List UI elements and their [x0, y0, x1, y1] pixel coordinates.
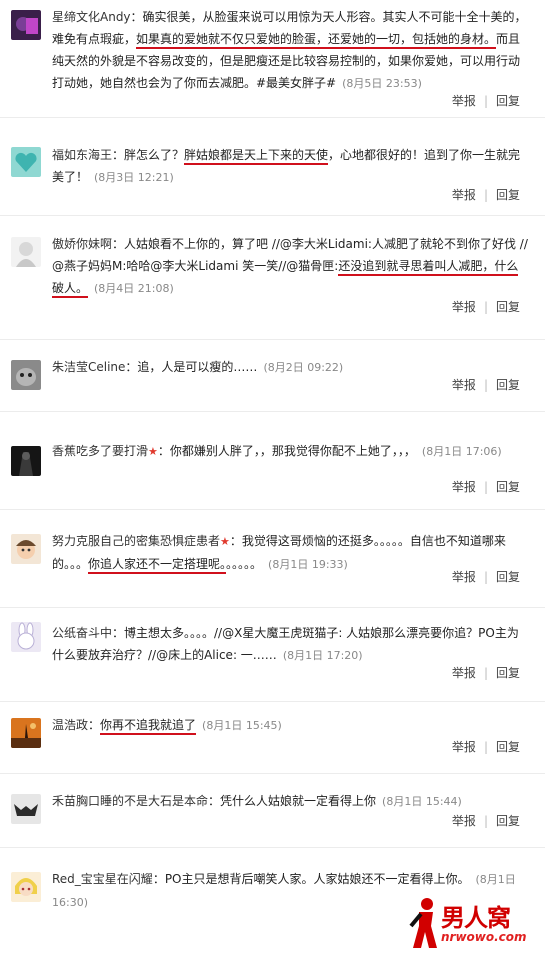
avatar[interactable]: [11, 872, 41, 902]
action-separator: |: [483, 666, 488, 680]
comment-body: 温浩政：你再不追我就追了 (8月1日 15:45): [52, 714, 530, 737]
avatar[interactable]: [11, 237, 41, 267]
avatar[interactable]: [11, 446, 41, 476]
action-separator: |: [483, 378, 488, 392]
avatar[interactable]: [11, 534, 41, 564]
timestamp: (8月5日 23:53): [342, 77, 422, 90]
reply-button[interactable]: 回复: [496, 666, 520, 680]
username-link[interactable]: 努力克服自己的密集恐惧症患者: [52, 534, 220, 548]
action-separator: |: [483, 740, 488, 754]
comment-actions: 举报 | 回复: [452, 812, 520, 829]
username-link[interactable]: 朱洁莹Celine: [52, 360, 125, 374]
site-logo: 男人窝 nrwowo.com: [407, 896, 539, 954]
comment-actions: 举报 | 回复: [452, 92, 520, 109]
star-badge-icon: ★: [148, 445, 158, 458]
comment-body: 香蕉吃多了要打滑★：你都嫌别人胖了，，那我觉得你配不上她了，，， (8月1日 17…: [52, 440, 530, 463]
report-button[interactable]: 举报: [452, 814, 476, 828]
timestamp: (8月1日 17:20): [282, 649, 363, 662]
logo-chinese-text: 男人窝: [441, 904, 511, 932]
username-link[interactable]: 星缔文化Andy: [52, 10, 131, 24]
comment-item: 星缔文化Andy：确实很美，从脸蛋来说可以用惊为天人形容。其实人不可能十全十美的…: [0, 0, 545, 118]
reply-button[interactable]: 回复: [496, 814, 520, 828]
comment-body: 禾苗胸口睡的不是大石是本命：凭什么人姑娘就一定看得上你 (8月1日 15:44): [52, 790, 530, 813]
reply-button[interactable]: 回复: [496, 740, 520, 754]
comment-text: ：你都嫌别人胖了，，那我觉得你配不上她了，，，: [157, 444, 416, 458]
avatar[interactable]: [11, 10, 41, 40]
timestamp: (8月1日 19:33): [268, 558, 348, 571]
comment-actions: 举报 | 回复: [452, 738, 520, 755]
comment-item: 香蕉吃多了要打滑★：你都嫌别人胖了，，那我觉得你配不上她了，，， (8月1日 17…: [0, 412, 545, 510]
report-button[interactable]: 举报: [452, 378, 476, 392]
timestamp: (8月1日 15:45): [202, 719, 282, 732]
report-button[interactable]: 举报: [452, 300, 476, 314]
timestamp: (8月4日 21:08): [94, 282, 174, 295]
highlighted-text: 你再不追我就追了: [100, 718, 197, 735]
comment-text: ：PO主只是想背后嘲笑人家。人家姑娘还不一定看得上你。: [152, 872, 470, 886]
avatar[interactable]: [11, 360, 41, 390]
comment-actions: 举报 | 回复: [452, 298, 520, 315]
comment-text: ：凭什么人姑娘就一定看得上你: [208, 794, 377, 808]
highlighted-text: 胖姑娘都是天上下来的天使: [184, 148, 329, 165]
report-button[interactable]: 举报: [452, 666, 476, 680]
reply-button[interactable]: 回复: [496, 378, 520, 392]
comment-item: 公纸奋斗中：博主想太多。。。。//@X星大魔王虎斑猫子: 人姑娘那么漂亮要你追？…: [0, 608, 545, 702]
comment-text: ：追，人是可以瘦的……: [125, 360, 258, 374]
reply-button[interactable]: 回复: [496, 188, 520, 202]
reply-button[interactable]: 回复: [496, 300, 520, 314]
report-button[interactable]: 举报: [452, 94, 476, 108]
username-link[interactable]: 福如东海王: [52, 148, 112, 162]
comment-actions: 举报 | 回复: [452, 186, 520, 203]
username-link[interactable]: 温浩政: [52, 718, 88, 732]
timestamp: (8月3日 12:21): [94, 171, 174, 184]
avatar[interactable]: [11, 147, 41, 177]
comment-actions: 举报 | 回复: [452, 568, 520, 585]
username-link[interactable]: Red_宝宝星在闪耀: [52, 872, 153, 886]
avatar[interactable]: [11, 718, 41, 748]
reply-button[interactable]: 回复: [496, 570, 520, 584]
comment-text: ：胖怎么了？: [112, 148, 185, 162]
highlighted-text: 你追人家还不一定搭理呢。: [88, 557, 227, 574]
report-button[interactable]: 举报: [452, 570, 476, 584]
report-button[interactable]: 举报: [452, 480, 476, 494]
comment-body: 公纸奋斗中：博主想太多。。。。//@X星大魔王虎斑猫子: 人姑娘那么漂亮要你追？…: [52, 622, 530, 667]
username-link[interactable]: 香蕉吃多了要打滑: [52, 444, 148, 458]
star-badge-icon: ★: [220, 535, 230, 548]
comment-text: ：: [88, 718, 101, 732]
comment-actions: 举报 | 回复: [452, 376, 520, 393]
reply-button[interactable]: 回复: [496, 480, 520, 494]
report-button[interactable]: 举报: [452, 188, 476, 202]
timestamp: (8月2日 09:22): [263, 361, 344, 374]
reply-button[interactable]: 回复: [496, 94, 520, 108]
highlighted-text: 如果真的爱她就不仅只爱她的脸蛋，还爱她的一切，包括她的身材。: [136, 32, 497, 49]
username-link[interactable]: 傲娇你妹啊: [52, 237, 112, 251]
action-separator: |: [483, 480, 488, 494]
avatar[interactable]: [11, 622, 41, 652]
action-separator: |: [483, 814, 488, 828]
avatar[interactable]: [11, 794, 41, 824]
report-button[interactable]: 举报: [452, 740, 476, 754]
comment-text: 。。。。。: [226, 557, 263, 571]
comment-item: 努力克服自己的密集恐惧症患者★：我觉得这哥烦恼的还挺多。。。。。自信也不知道哪来…: [0, 510, 545, 608]
comment-item: 温浩政：你再不追我就追了 (8月1日 15:45) 举报 | 回复: [0, 702, 545, 774]
username-link[interactable]: 禾苗胸口睡的不是大石是本命: [52, 794, 208, 808]
action-separator: |: [483, 94, 488, 108]
action-separator: |: [483, 188, 488, 202]
comment-actions: 举报 | 回复: [452, 478, 520, 495]
comment-actions: 举报 | 回复: [452, 664, 520, 681]
timestamp: (8月1日 15:44): [382, 795, 462, 808]
comment-item: 朱洁莹Celine：追，人是可以瘦的…… (8月2日 09:22) 举报 | 回复: [0, 340, 545, 412]
comment-item: 傲娇你妹啊：人姑娘看不上你的，算了吧 //@李大米Lidami:人减肥了就轮不到…: [0, 216, 545, 340]
comment-body: 傲娇你妹啊：人姑娘看不上你的，算了吧 //@李大米Lidami:人减肥了就轮不到…: [52, 233, 530, 300]
comment-item: 禾苗胸口睡的不是大石是本命：凭什么人姑娘就一定看得上你 (8月1日 15:44) …: [0, 774, 545, 848]
comment-body: 星缔文化Andy：确实很美，从脸蛋来说可以用惊为天人形容。其实人不可能十全十美的…: [52, 6, 530, 95]
action-separator: |: [483, 570, 488, 584]
comment-body: 福如东海王：胖怎么了？胖姑娘都是天上下来的天使，心地都很好的！追到了你一生就完美…: [52, 144, 530, 189]
username-link[interactable]: 公纸奋斗中: [52, 626, 112, 640]
action-separator: |: [483, 300, 488, 314]
comment-item: 福如东海王：胖怎么了？胖姑娘都是天上下来的天使，心地都很好的！追到了你一生就完美…: [0, 118, 545, 216]
timestamp: (8月1日 17:06): [421, 445, 502, 458]
logo-url: nrwowo.com: [441, 930, 527, 944]
